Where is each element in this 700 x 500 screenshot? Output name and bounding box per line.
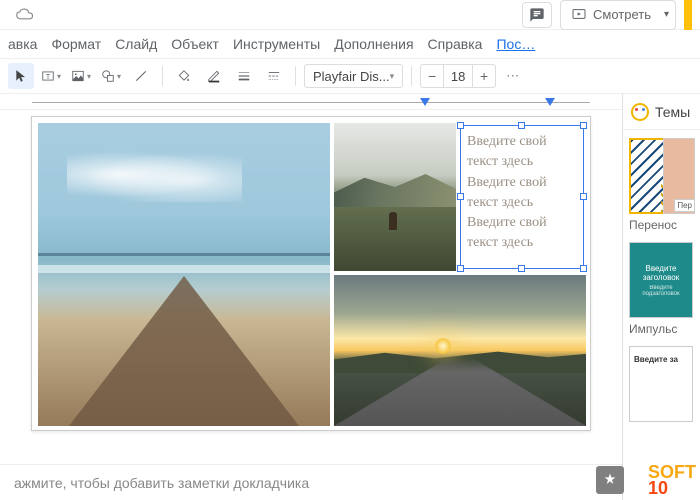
present-dropdown[interactable]: ▾ — [658, 0, 676, 30]
font-family-select[interactable]: Playfair Dis... — [304, 64, 403, 88]
border-dash-tool[interactable] — [261, 63, 287, 89]
menu-insert[interactable]: авка — [8, 36, 37, 52]
resize-handle[interactable] — [580, 122, 587, 129]
font-size-decrease[interactable]: − — [421, 65, 443, 87]
present-button[interactable]: Смотреть — [560, 0, 662, 30]
speaker-notes-placeholder: ажмите, чтобы добавить заметки докладчик… — [14, 475, 309, 491]
font-family-value: Playfair Dis... — [313, 69, 390, 84]
theme-label-perenos: Перенос — [629, 218, 694, 232]
indent-marker-left[interactable] — [420, 98, 430, 108]
border-color-tool[interactable] — [201, 63, 227, 89]
comments-button[interactable] — [522, 2, 552, 28]
font-size-increase[interactable]: + — [473, 65, 495, 87]
select-tool[interactable] — [8, 63, 34, 89]
slide-image-hiker[interactable] — [334, 123, 456, 271]
line-tool[interactable] — [128, 63, 154, 89]
menu-format[interactable]: Формат — [51, 36, 101, 52]
themes-panel: Темы Пер Перенос Введите заголовок Введи… — [622, 94, 700, 500]
font-size-value[interactable]: 18 — [443, 65, 473, 87]
resize-handle[interactable] — [580, 265, 587, 272]
cloud-saved-icon — [16, 8, 34, 22]
speaker-notes[interactable]: ажмите, чтобы добавить заметки докладчик… — [0, 464, 622, 500]
resize-handle[interactable] — [518, 265, 525, 272]
textbox-tool[interactable]: T — [38, 63, 64, 89]
resize-handle[interactable] — [457, 122, 464, 129]
explore-button[interactable] — [596, 466, 624, 494]
menu-slide[interactable]: Слайд — [115, 36, 157, 52]
textbox-line: Введите свой — [467, 132, 577, 152]
menu-tools[interactable]: Инструменты — [233, 36, 320, 52]
slide-textbox-selected[interactable]: Введите свой текст здесь Введите свой те… — [460, 125, 584, 269]
border-weight-tool[interactable] — [231, 63, 257, 89]
textbox-line: текст здесь — [467, 233, 577, 253]
textbox-line: текст здесь — [467, 193, 577, 213]
fill-color-tool[interactable] — [171, 63, 197, 89]
theme-thumb-plain[interactable]: Введите за — [629, 346, 693, 422]
textbox-line: Введите свой — [467, 213, 577, 233]
menu-object[interactable]: Объект — [171, 36, 219, 52]
svg-text:T: T — [46, 74, 51, 81]
image-tool[interactable] — [68, 63, 94, 89]
toolbar-more[interactable]: ⋯ — [500, 68, 525, 84]
textbox-line: текст здесь — [467, 152, 577, 172]
resize-handle[interactable] — [457, 265, 464, 272]
theme-mini-btn[interactable]: Пер — [674, 199, 695, 212]
menu-last-edit-link[interactable]: Пос… — [496, 36, 535, 52]
theme-label-impuls: Импульс — [629, 322, 694, 336]
palette-icon — [631, 103, 649, 121]
shape-tool[interactable] — [98, 63, 124, 89]
slide-image-road[interactable] — [334, 275, 586, 426]
menu-addons[interactable]: Дополнения — [334, 36, 413, 52]
slide-canvas[interactable]: Введите свой текст здесь Введите свой те… — [31, 116, 591, 431]
present-label: Смотреть — [593, 7, 651, 22]
resize-handle[interactable] — [457, 193, 464, 200]
horizontal-ruler — [0, 94, 622, 110]
menu-help[interactable]: Справка — [428, 36, 483, 52]
share-button-partial[interactable] — [684, 0, 692, 30]
resize-handle[interactable] — [580, 193, 587, 200]
indent-marker-right[interactable] — [545, 98, 555, 108]
menu-bar: авка Формат Слайд Объект Инструменты Доп… — [0, 30, 700, 58]
resize-handle[interactable] — [518, 122, 525, 129]
toolbar: T Playfair Dis... − 18 + ⋯ — [0, 58, 700, 94]
textbox-line: Введите свой — [467, 173, 577, 193]
theme-thumb-impuls[interactable]: Введите заголовок Введите подзаголовок — [629, 242, 693, 318]
slide-image-boardwalk[interactable] — [38, 123, 330, 426]
present-icon — [571, 7, 587, 23]
themes-title: Темы — [655, 104, 690, 120]
